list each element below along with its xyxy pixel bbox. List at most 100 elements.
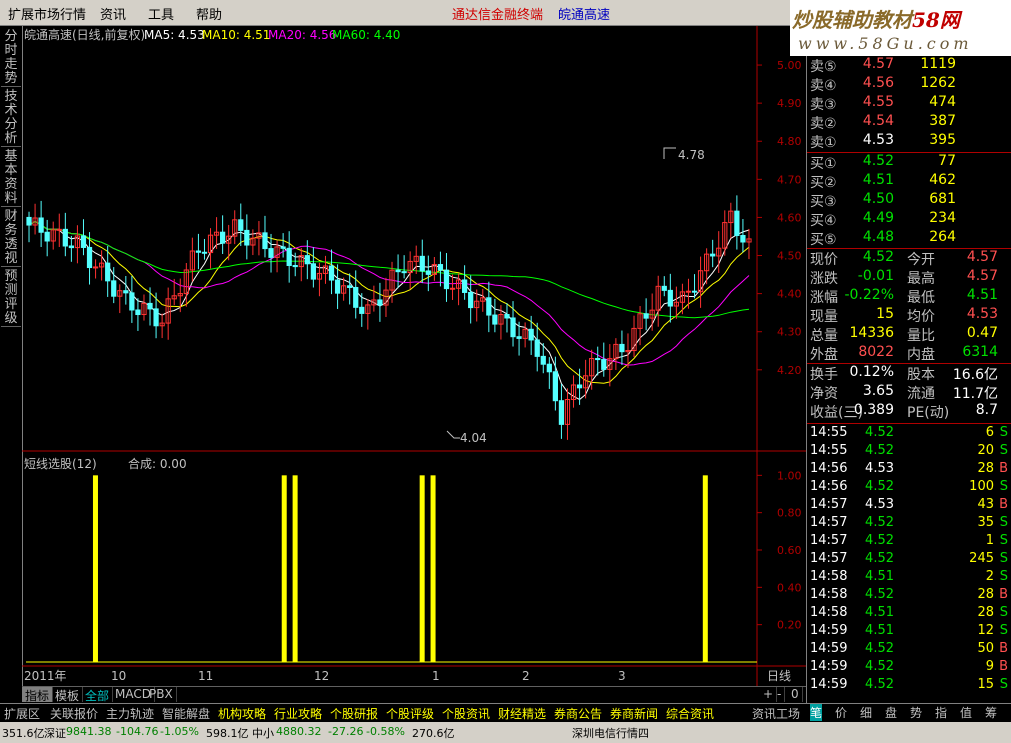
quote-stat-row: 涨幅 -0.22% 最低 4.51	[810, 287, 998, 306]
tab-technical[interactable]: 技术分析	[1, 90, 21, 147]
quote-view-tab[interactable]: 细	[860, 704, 872, 721]
kline-chart-area[interactable]: 皖通高速(日线,前复权) MA5: 4.53 MA10: 4.51 MA20: …	[22, 26, 806, 686]
candle-body	[419, 255, 425, 272]
info-tab[interactable]: 个股研报	[330, 705, 378, 722]
candle-body	[449, 287, 456, 290]
zx-percent: -0.58%	[366, 725, 405, 738]
quote-view-tab[interactable]: 指	[935, 704, 947, 721]
indicator-signal-bars	[92, 475, 708, 662]
candle-body	[353, 286, 359, 308]
chart-canvas[interactable]: 皖通高速(日线,前复权) MA5: 4.53 MA10: 4.51 MA20: …	[22, 26, 806, 686]
info-tab[interactable]: 主力轨迹	[106, 705, 154, 722]
tab-all[interactable]: 全部	[82, 687, 114, 703]
indicator-tick-label: 0.20	[777, 619, 802, 632]
sh-amount: 351.6亿	[2, 727, 45, 740]
info-tab[interactable]: 资讯工场	[752, 705, 800, 722]
candle-body	[238, 219, 244, 231]
price-tick-label: 4.60	[777, 211, 802, 224]
quote-view-tab[interactable]: 值	[960, 704, 972, 721]
ask-row: 卖② 4.54 387	[810, 113, 956, 132]
info-tab[interactable]: 综合资讯	[666, 705, 714, 722]
price-tick-label: 4.30	[777, 326, 802, 339]
candle-body	[443, 269, 450, 290]
info-tab[interactable]: 扩展区	[4, 705, 40, 722]
brand-watermark-logo: 炒股辅助教材58网 www.58Gu.com	[790, 0, 1011, 56]
info-tab[interactable]: 券商新闻	[610, 705, 658, 722]
candle-body	[292, 264, 298, 268]
candle-body	[691, 290, 698, 293]
quote-panel: 卖⑤ 4.57 1119 卖④ 4.56 1262 卖③ 4.55 474 卖② 4.54 387 卖①…	[806, 56, 1011, 704]
candle-body	[486, 297, 492, 316]
quote-view-tab[interactable]: 盘	[885, 704, 897, 721]
sz-amount: 598.1亿	[206, 727, 249, 740]
tab-intraday[interactable]: 分时走势	[1, 30, 21, 87]
info-tab[interactable]: 财经精选	[498, 705, 546, 722]
tab-financials[interactable]: 财务透视	[1, 210, 21, 267]
server-label[interactable]: 深圳电信行情四	[572, 725, 649, 741]
ask-row: 卖④ 4.56 1262	[810, 75, 956, 94]
current-stock-title: 皖通高速	[558, 8, 611, 23]
menu-news[interactable]: 资讯	[100, 4, 126, 23]
indicator-title: 短线选股(12)	[24, 457, 97, 471]
info-tab[interactable]: 行业攻略	[274, 705, 322, 722]
tick-row: 14:55 4.52 20 S	[810, 443, 1008, 458]
indicator-axis: 1.00 0.80 0.60 0.40 0.20	[26, 469, 802, 663]
tab-indicator[interactable]: 指标	[22, 687, 54, 703]
candle-body	[304, 255, 310, 265]
quote-view-tab[interactable]: 筹	[985, 704, 997, 721]
candle-body	[268, 248, 274, 258]
indicator-tick-label: 0.80	[777, 507, 802, 520]
candle-body	[26, 216, 32, 226]
quote-view-tab[interactable]: 笔	[810, 704, 823, 721]
price-tick-label: 4.80	[777, 135, 802, 148]
tab-fundamentals[interactable]: 基本资料	[1, 150, 21, 207]
date-year-label: 2011年	[24, 669, 67, 683]
indicator-signal-bar	[92, 475, 98, 662]
candle-body	[44, 231, 50, 242]
info-tab[interactable]: 券商公告	[554, 705, 602, 722]
info-tab[interactable]: 智能解盘	[162, 705, 210, 722]
quote-stat-row: 总量 14336 量比 0.47	[810, 325, 998, 344]
info-tab[interactable]: 关联报价	[50, 705, 98, 722]
tick-row: 14:57 4.52 35 S	[810, 515, 1008, 530]
tick-row: 14:59 4.51 12 S	[810, 623, 1008, 638]
candle-body	[734, 210, 740, 236]
high-low-annotations: 4.78 4.04	[446, 147, 705, 445]
quote-stat-row: 收益(三) 0.389 PE(动) 8.7	[810, 402, 998, 421]
zoom-out-button[interactable]: -	[774, 687, 786, 702]
candle-body	[510, 317, 516, 338]
tick-row: 14:56 4.53 28 B	[810, 461, 1008, 476]
candle-body	[68, 245, 74, 249]
candle-body	[334, 279, 341, 294]
quote-view-tab[interactable]: 价	[835, 704, 847, 721]
menu-tools[interactable]: 工具	[148, 4, 174, 23]
candle-body	[92, 266, 99, 269]
candle-body	[492, 314, 498, 325]
indicator-signal-bar	[281, 475, 287, 662]
date-month-label: 3	[618, 669, 626, 683]
candle-body	[710, 253, 716, 257]
info-tab[interactable]: 个股资讯	[442, 705, 490, 722]
indicator-tick-label: 0.60	[777, 544, 802, 557]
menu-expand-market[interactable]: 扩展市场行情	[8, 4, 86, 23]
indicator-signal-bar	[292, 475, 298, 662]
tick-row: 14:58 4.51 28 S	[810, 605, 1008, 620]
info-tab[interactable]: 机构攻略	[218, 705, 266, 722]
candle-body	[220, 231, 226, 244]
quote-view-tab[interactable]: 势	[910, 704, 922, 721]
zx-value: 4880.32	[276, 725, 322, 738]
candle-body	[643, 313, 649, 319]
tab-template[interactable]: 模板	[52, 687, 84, 703]
quote-stat-row: 涨跌 -0.01 最高 4.57	[810, 268, 998, 287]
tab-ratings[interactable]: 预测评级	[1, 270, 21, 327]
date-month-label: 11	[198, 669, 213, 683]
candle-body	[425, 270, 431, 275]
indicator-tab-bar: 指标 模板 全部 MACD PBX + - 0	[22, 686, 806, 703]
candle-body	[516, 336, 522, 339]
info-tab[interactable]: 个股评级	[386, 705, 434, 722]
zx-amount: 270.6亿	[412, 727, 455, 740]
zoom-reset-button[interactable]: 0	[788, 687, 803, 702]
menu-help[interactable]: 帮助	[196, 4, 222, 23]
tab-pbx[interactable]: PBX	[146, 687, 177, 702]
quote-stat-row: 净资 3.65 流通 11.7亿	[810, 383, 998, 402]
